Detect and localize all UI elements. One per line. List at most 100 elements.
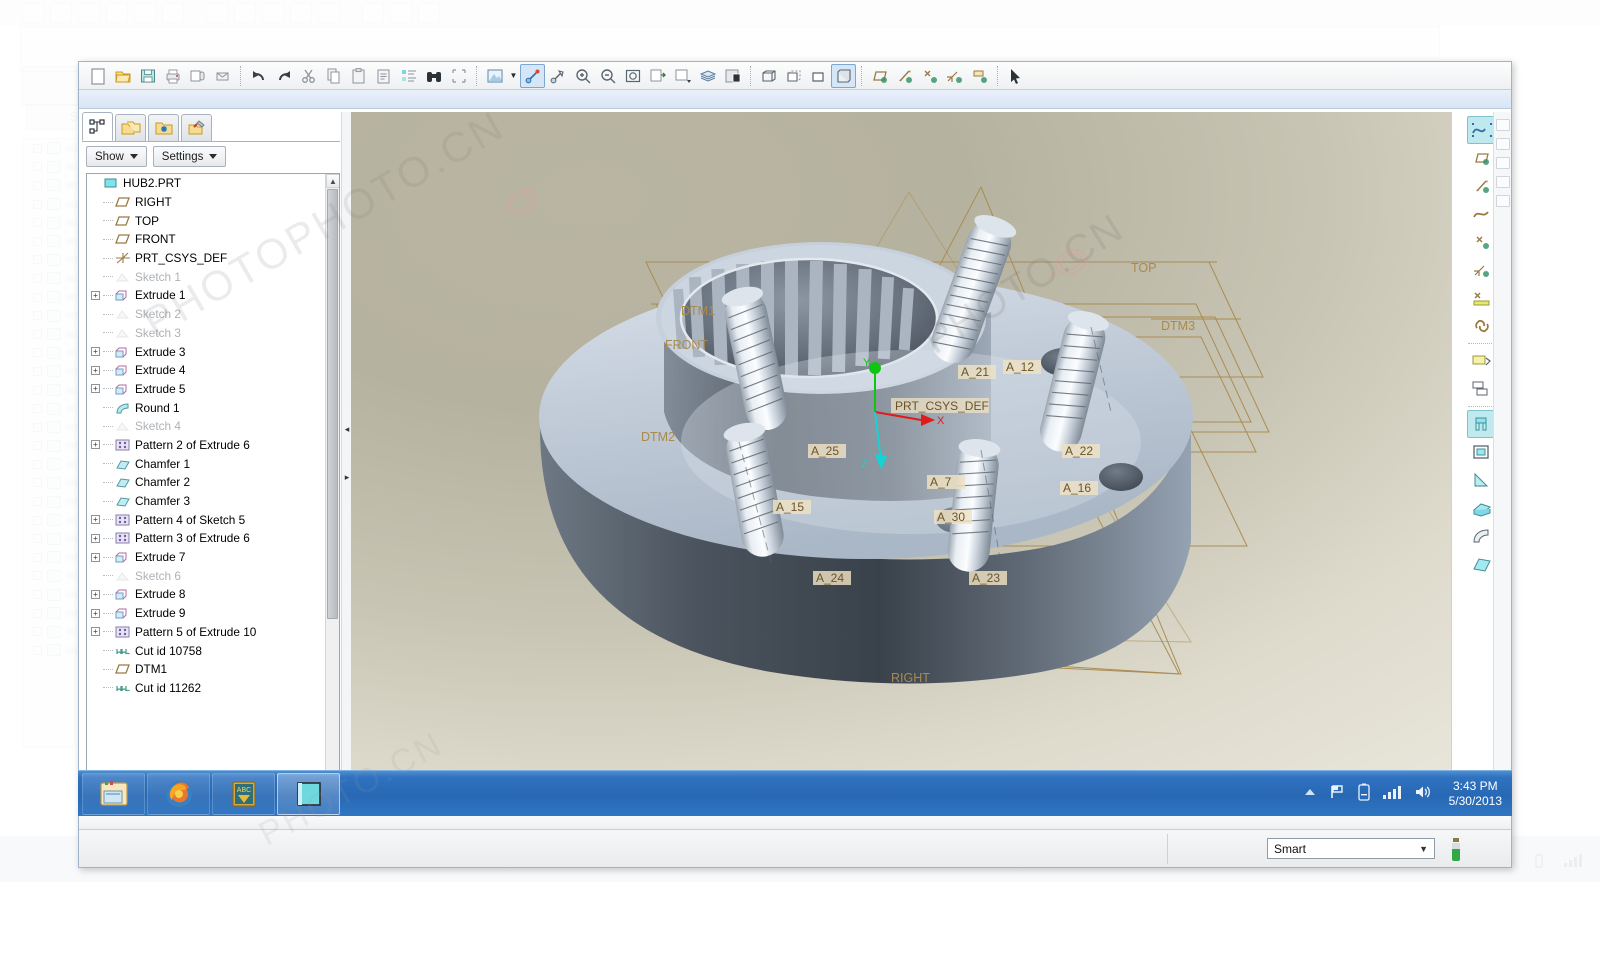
taskbar-item-explorer[interactable] — [82, 772, 145, 815]
datum-axis-display-button[interactable] — [892, 64, 917, 88]
expand-node-icon[interactable]: + — [91, 533, 100, 543]
sketch-tool-button[interactable] — [1466, 116, 1497, 144]
expand-node-icon[interactable]: + — [91, 365, 100, 375]
shading-button[interactable] — [831, 63, 856, 88]
merge-surface-button[interactable] — [1467, 375, 1497, 403]
expand-node-icon[interactable]: + — [91, 347, 100, 357]
toolbar-overflow-chevron-down-icon[interactable]: ▼ — [507, 64, 520, 88]
regenerate-button[interactable] — [396, 64, 421, 88]
scroll-up-arrow[interactable]: ▲ — [326, 174, 339, 188]
wireframe-button[interactable] — [756, 64, 781, 88]
expand-panel-icon[interactable]: ▸ — [343, 470, 351, 484]
battery-icon[interactable] — [1357, 783, 1370, 806]
find-button[interactable] — [421, 64, 446, 88]
model-tree-tab[interactable] — [82, 112, 113, 141]
model-tree-item[interactable]: HUB2.PRT — [87, 174, 325, 193]
orient-mode-button[interactable] — [545, 64, 570, 88]
model-tree-item[interactable]: + Pattern 3 of Extrude 6 — [87, 529, 325, 548]
taskbar-clock[interactable]: 3:43 PM 5/30/2013 — [1449, 779, 1502, 809]
model-tree-item[interactable]: Chamfer 3 — [87, 492, 325, 511]
expand-node-icon[interactable]: + — [91, 552, 100, 562]
expand-node-icon[interactable]: + — [91, 589, 100, 599]
show-menu-button[interactable]: Show — [86, 146, 147, 167]
print-preview-button[interactable] — [185, 64, 210, 88]
appearance-button[interactable] — [720, 64, 745, 88]
model-tree-item[interactable]: TOP — [87, 211, 325, 230]
select-box-button[interactable] — [446, 64, 471, 88]
print-button[interactable] — [160, 64, 185, 88]
model-tree-item[interactable]: + Pattern 5 of Extrude 10 — [87, 623, 325, 642]
connections-tab[interactable] — [181, 114, 212, 141]
expand-node-icon[interactable]: + — [91, 627, 100, 637]
datum-point-display-button[interactable] — [917, 64, 942, 88]
save-document-button[interactable] — [135, 64, 160, 88]
chain-reference-button[interactable] — [1467, 312, 1497, 340]
model-tree-item[interactable]: Sketch 6 — [87, 566, 325, 585]
taskbar-item-creo[interactable] — [277, 772, 340, 815]
model-tree-item[interactable]: Chamfer 2 — [87, 473, 325, 492]
open-document-button[interactable] — [110, 64, 135, 88]
zoom-out-button[interactable] — [595, 64, 620, 88]
redo-button[interactable] — [271, 64, 296, 88]
paste-special-button[interactable] — [371, 64, 396, 88]
new-document-button[interactable] — [85, 64, 110, 88]
shell-tool-button[interactable] — [1467, 438, 1497, 466]
offset-point-tool-button[interactable] — [1467, 284, 1497, 312]
stub-icon[interactable] — [1495, 176, 1510, 188]
model-tree-item[interactable]: Sketch 1 — [87, 267, 325, 286]
model-tree-item[interactable]: Cut id 10758 — [87, 641, 325, 660]
paste-button[interactable] — [346, 64, 371, 88]
model-tree-item[interactable]: + Extrude 4 — [87, 361, 325, 380]
datum-plane-display-button[interactable] — [867, 64, 892, 88]
panel-splitter[interactable]: ◂ ▸ — [341, 112, 351, 811]
saved-view-button[interactable] — [645, 64, 670, 88]
spin-center-button[interactable] — [520, 63, 545, 88]
favorites-tab[interactable] — [148, 114, 179, 141]
model-tree-item[interactable]: + Pattern 4 of Sketch 5 — [87, 510, 325, 529]
scrollbar-thumb[interactable] — [327, 189, 338, 619]
stub-icon[interactable] — [1495, 195, 1510, 207]
model-tree-item[interactable]: + Extrude 1 — [87, 286, 325, 305]
speaker-icon[interactable] — [1414, 784, 1432, 805]
repaint-button[interactable] — [482, 64, 507, 88]
chevron-up-icon[interactable] — [1304, 785, 1316, 803]
stub-icon[interactable] — [1495, 119, 1510, 131]
3d-viewport[interactable]: Y X Z TOP DTM3 DTM1 FRONT DTM2 RIGHT A_21 A_12… — [351, 112, 1451, 811]
draft-tool-button[interactable] — [1467, 466, 1497, 494]
expand-node-icon[interactable]: + — [91, 440, 100, 450]
refit-button[interactable] — [620, 64, 645, 88]
model-tree-item[interactable]: + Extrude 3 — [87, 342, 325, 361]
model-tree-item[interactable]: Sketch 3 — [87, 324, 325, 343]
taskbar-item-firefox[interactable] — [147, 772, 210, 815]
folder-browser-tab[interactable] — [115, 114, 146, 141]
model-tree-item[interactable]: DTM1 — [87, 660, 325, 679]
view-manager-button[interactable] — [670, 64, 695, 88]
flag-icon[interactable] — [1329, 784, 1345, 805]
expand-node-icon[interactable]: + — [91, 384, 100, 394]
datum-csys-tool-button[interactable] — [1467, 256, 1497, 284]
layer-button[interactable] — [695, 64, 720, 88]
zoom-in-button[interactable] — [570, 64, 595, 88]
model-tree-item[interactable]: Chamfer 1 — [87, 454, 325, 473]
hidden-line-button[interactable] — [781, 64, 806, 88]
send-mail-button[interactable] — [210, 64, 235, 88]
model-tree-scrollbar[interactable]: ▲ ▼ — [325, 174, 339, 808]
sweep-tool-button[interactable] — [1467, 494, 1497, 522]
model-tree-item[interactable]: FRONT — [87, 230, 325, 249]
model-tree-item[interactable]: Sketch 4 — [87, 417, 325, 436]
model-tree[interactable]: HUB2.PRT RIGHT TOP FRONT PRT_CSYS_DEF Sketch … — [86, 173, 340, 809]
undo-button[interactable] — [246, 64, 271, 88]
extrude-tool-button[interactable] — [1466, 410, 1497, 438]
chamfer-tool-button[interactable] — [1467, 550, 1497, 578]
taskbar-item-dictionary[interactable]: ABC — [212, 772, 275, 815]
model-tree-item[interactable]: RIGHT — [87, 193, 325, 212]
datum-point-tool-button[interactable] — [1467, 228, 1497, 256]
datum-curve-tool-button[interactable] — [1467, 200, 1497, 228]
expand-node-icon[interactable]: + — [91, 290, 100, 300]
stub-icon[interactable] — [1495, 157, 1510, 169]
expand-node-icon[interactable]: + — [91, 515, 100, 525]
signal-bars-icon[interactable] — [1382, 784, 1401, 805]
datum-csys-display-button[interactable] — [942, 64, 967, 88]
expand-node-icon[interactable]: + — [91, 608, 100, 618]
fill-surface-button[interactable] — [1467, 347, 1497, 375]
